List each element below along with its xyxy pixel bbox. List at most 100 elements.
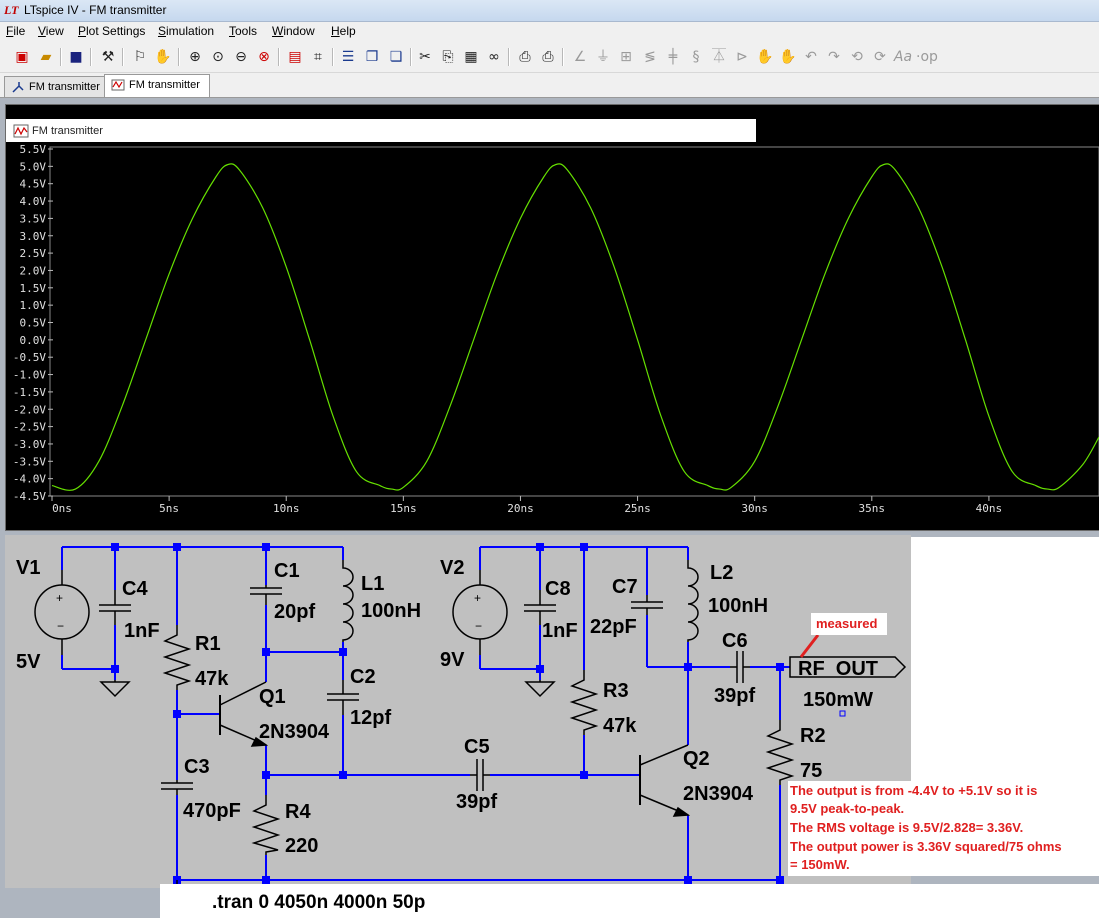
x-tick-label: 15ns <box>390 502 417 515</box>
rotate-icon[interactable]: ⟲ <box>847 47 867 67</box>
find-binoculars-icon[interactable]: ∞ <box>484 47 504 67</box>
label-l1-value: 100nH <box>361 600 422 622</box>
zoom-pan-icon[interactable]: ⊙ <box>208 47 228 67</box>
capacitor-icon[interactable]: ╪ <box>663 47 683 67</box>
label-c1: C1 <box>274 560 300 582</box>
x-tick-label: 5ns <box>159 502 179 515</box>
control-panel-hammer-icon[interactable]: ⚒ <box>98 47 118 67</box>
close-windows-icon[interactable]: ❏ <box>386 47 406 67</box>
resistor-icon[interactable]: ≶ <box>640 47 660 67</box>
menu-help[interactable]: Help <box>331 24 356 38</box>
title-bar: LT LTspice IV - FM transmitter <box>0 0 1099 22</box>
svg-text:−: − <box>57 619 64 633</box>
paste-icon[interactable]: ▦ <box>461 47 481 67</box>
y-axis: 5.5V 5.0V 4.5V 4.0V 3.5V 3.0V 2.5V 2.0V 1.5V 1.0V… <box>13 143 53 503</box>
x-tick-label: 35ns <box>859 502 886 515</box>
label-v2-value: 9V <box>440 649 465 671</box>
label-c5: C5 <box>464 736 490 758</box>
label-v2: V2 <box>440 557 465 579</box>
label-l2: L2 <box>710 562 734 584</box>
move-hand-icon[interactable]: ✋ <box>755 47 775 67</box>
y-tick-label: 4.5V <box>20 178 47 191</box>
run-icon[interactable]: ⚐ <box>130 47 150 67</box>
calculation-note: The output is from -4.4V to +5.1V so it … <box>788 781 1099 876</box>
y-tick-label: 4.0V <box>20 195 47 208</box>
zoom-out-icon[interactable]: ⊖ <box>231 47 251 67</box>
text-icon[interactable]: Aa <box>893 47 913 67</box>
v-rf-out-trace <box>51 163 1099 491</box>
cursor-icon[interactable]: ⌗ <box>308 47 328 67</box>
output-power-label: 150mW <box>803 689 874 711</box>
autorange-icon[interactable]: ▤ <box>285 47 305 67</box>
y-tick-label: 2.0V <box>20 264 47 277</box>
new-schematic-icon[interactable]: ▣ <box>12 47 32 67</box>
print-setup-icon[interactable]: ⎙ <box>515 47 535 67</box>
zoom-fit-icon[interactable]: ⊗ <box>254 47 274 67</box>
label-r4-value: 220 <box>285 835 319 857</box>
inductor-icon[interactable]: § <box>686 47 706 67</box>
label-q1-value: 2N3904 <box>259 721 330 743</box>
copy-icon[interactable]: ⎘ <box>438 47 458 67</box>
label-v1: V1 <box>16 557 41 579</box>
cut-icon[interactable]: ✂ <box>415 47 435 67</box>
tab-schematic[interactable]: FM transmitter <box>4 76 108 97</box>
diode-icon[interactable]: ⏄ <box>709 47 729 67</box>
menu-tools[interactable]: Tools <box>229 24 257 38</box>
label-c8: C8 <box>545 578 571 600</box>
label-c3: C3 <box>184 756 210 778</box>
x-axis: 0ns 5ns 10ns 15ns 20ns 25ns 30ns 35ns 40ns <box>51 496 1002 515</box>
component-icon[interactable]: ⊳ <box>732 47 752 67</box>
label-net-icon[interactable]: ⊞ <box>616 47 636 67</box>
tile-horizontal-icon[interactable]: ☰ <box>338 47 358 67</box>
x-tick-label: 20ns <box>507 502 534 515</box>
schematic-icon <box>12 82 24 93</box>
measured-label: measured <box>816 616 878 631</box>
zoom-in-icon[interactable]: ⊕ <box>185 47 205 67</box>
menu-plot-settings[interactable]: Plot Settings <box>78 24 145 38</box>
y-tick-label: 0.0V <box>20 334 47 347</box>
label-c6-value: 39pf <box>714 685 756 707</box>
menu-file[interactable]: File <box>6 24 25 38</box>
waveform-plot[interactable]: 5.5V 5.0V 4.5V 4.0V 3.5V 3.0V 2.5V 2.0V 1.5V 1.0V… <box>5 104 1099 529</box>
cascade-icon[interactable]: ❐ <box>362 47 382 67</box>
label-v1-value: 5V <box>16 651 41 673</box>
spice-directive-icon[interactable]: ·op <box>916 47 938 67</box>
y-tick-label: 1.0V <box>20 299 47 312</box>
x-tick-label: 25ns <box>624 502 651 515</box>
menu-window[interactable]: Window <box>272 24 315 38</box>
label-c2-value: 12pf <box>350 707 392 729</box>
ltspice-app-icon: LT <box>4 3 19 17</box>
label-c3-value: 470pF <box>183 800 241 822</box>
label-c8-value: 1nF <box>542 620 578 642</box>
halt-hand-icon[interactable]: ✋ <box>153 47 173 67</box>
y-tick-label: 0.5V <box>20 317 47 330</box>
window-title: LTspice IV - FM transmitter <box>24 3 167 17</box>
svg-text:+: + <box>56 591 63 605</box>
redo-icon[interactable]: ↷ <box>824 47 844 67</box>
note-line: The RMS voltage is 9.5V/2.828= 3.36V. <box>790 820 1024 835</box>
x-tick-label: 10ns <box>273 502 300 515</box>
wire-icon[interactable]: ∠ <box>570 47 590 67</box>
open-folder-icon[interactable]: ▰ <box>36 47 56 67</box>
undo-icon[interactable]: ↶ <box>801 47 821 67</box>
ground-icon[interactable]: ⏚ <box>593 47 613 67</box>
tab-waveform[interactable]: FM transmitter <box>104 74 210 97</box>
label-q1: Q1 <box>259 686 286 708</box>
drag-hand-icon[interactable]: ✋ <box>778 47 798 67</box>
rf-out-net-label: RF_OUT <box>798 658 878 680</box>
menu-view[interactable]: View <box>38 24 64 38</box>
print-icon[interactable]: ⎙ <box>538 47 558 67</box>
label-r1-value: 47k <box>195 668 229 690</box>
menu-bar: File View Plot Settings Simulation Tools… <box>0 22 1099 41</box>
label-c7: C7 <box>612 576 638 598</box>
label-c6: C6 <box>722 630 748 652</box>
y-tick-label: -1.5V <box>13 386 46 399</box>
menu-simulation[interactable]: Simulation <box>158 24 214 38</box>
label-l1: L1 <box>361 573 385 595</box>
toolbar: ▣ ▰ ■ ⚒ ⚐ ✋ ⊕ ⊙ ⊖ ⊗ ▤ ⌗ ☰ ❐ ❏ ✂ ⎘ ▦ ∞ ⎙ … <box>0 42 1099 73</box>
mirror-icon[interactable]: ⟳ <box>870 47 890 67</box>
svg-text:−: − <box>475 619 482 633</box>
label-c1-value: 20pf <box>274 601 316 623</box>
save-icon[interactable]: ■ <box>66 47 86 67</box>
note-line: 9.5V peak-to-peak. <box>790 801 905 816</box>
